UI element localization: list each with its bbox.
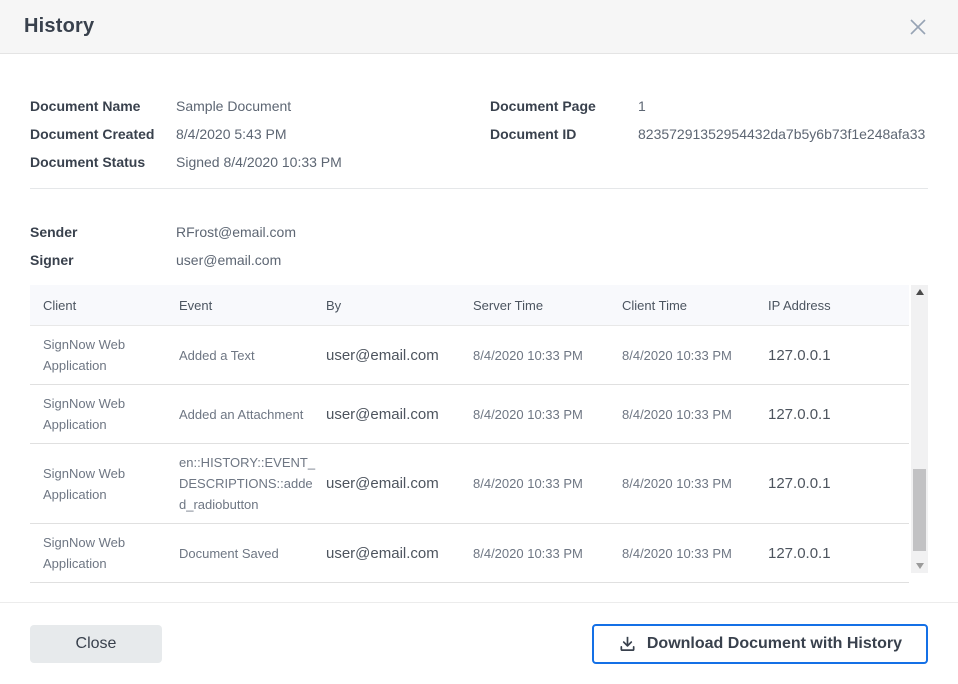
table-row: SignNow Web Application Added an Attachm… <box>30 385 909 444</box>
cell-client-time: 8/4/2020 10:33 PM <box>622 345 768 366</box>
document-id-row: Document ID 82357291352954432da7b5y6b73f… <box>490 120 928 148</box>
column-header-ip-address: IP Address <box>768 298 909 313</box>
document-name-value: Sample Document <box>176 98 291 114</box>
close-icon <box>909 18 927 36</box>
cell-client: SignNow Web Application <box>30 334 179 376</box>
cell-event: Added an Attachment <box>179 404 326 425</box>
sender-value: RFrost@email.com <box>176 224 296 240</box>
column-header-event: Event <box>179 298 326 313</box>
signer-value: user@email.com <box>176 252 281 268</box>
document-created-value: 8/4/2020 5:43 PM <box>176 126 287 142</box>
close-modal-button[interactable]: Close <box>30 625 162 663</box>
cell-client: SignNow Web Application <box>30 532 179 574</box>
cell-client: SignNow Web Application <box>30 463 179 505</box>
download-document-with-history-button[interactable]: Download Document with History <box>592 624 928 664</box>
cell-by: user@email.com <box>326 545 473 562</box>
document-status-label: Document Status <box>30 154 176 170</box>
document-info-left: Document Name Sample Document Document C… <box>30 92 490 176</box>
document-status-row: Document Status Signed 8/4/2020 10:33 PM <box>30 148 490 176</box>
scroll-up-icon <box>916 289 924 295</box>
table-scrollbar[interactable] <box>911 285 928 573</box>
cell-by: user@email.com <box>326 475 473 492</box>
cell-ip-address: 127.0.0.1 <box>768 475 909 492</box>
cell-client-time: 8/4/2020 10:33 PM <box>622 543 768 564</box>
scrollbar-track[interactable] <box>911 299 928 559</box>
history-table: Client Event By Server Time Client Time … <box>30 285 909 583</box>
cell-client-time: 8/4/2020 10:33 PM <box>622 473 768 494</box>
cell-by: user@email.com <box>326 347 473 364</box>
cell-server-time: 8/4/2020 10:33 PM <box>473 543 622 564</box>
signer-label: Signer <box>30 252 176 268</box>
document-id-value: 82357291352954432da7b5y6b73f1e248afa33 <box>638 126 925 142</box>
download-icon <box>618 634 637 653</box>
table-row: SignNow Web Application en::HISTORY::EVE… <box>30 444 909 524</box>
document-info-section: Document Name Sample Document Document C… <box>30 92 928 176</box>
table-row: SignNow Web Application Added a Text use… <box>30 325 909 385</box>
modal-footer: Close Download Document with History <box>0 602 958 684</box>
section-divider <box>30 188 928 189</box>
cell-by: user@email.com <box>326 406 473 423</box>
scroll-down-icon <box>916 563 924 569</box>
column-header-client: Client <box>30 298 179 313</box>
modal-title: History <box>24 15 94 38</box>
document-name-row: Document Name Sample Document <box>30 92 490 120</box>
cell-ip-address: 127.0.0.1 <box>768 406 909 423</box>
cell-ip-address: 127.0.0.1 <box>768 545 909 562</box>
document-id-label: Document ID <box>490 126 638 142</box>
document-name-label: Document Name <box>30 98 176 114</box>
cell-client-time: 8/4/2020 10:33 PM <box>622 404 768 425</box>
history-modal: History Document Name Sample Document Do… <box>0 0 958 684</box>
column-header-client-time: Client Time <box>622 298 768 313</box>
document-page-value: 1 <box>638 98 646 114</box>
parties-section: Sender RFrost@email.com Signer user@emai… <box>30 218 928 274</box>
cell-server-time: 8/4/2020 10:33 PM <box>473 404 622 425</box>
scrollbar-thumb[interactable] <box>913 469 926 551</box>
history-table-header: Client Event By Server Time Client Time … <box>30 285 909 325</box>
close-button[interactable] <box>904 13 932 41</box>
scrollbar-up-button[interactable] <box>911 285 928 299</box>
signer-row: Signer user@email.com <box>30 246 928 274</box>
document-info-right: Document Page 1 Document ID 823572913529… <box>490 92 928 176</box>
document-status-value: Signed 8/4/2020 10:33 PM <box>176 154 342 170</box>
document-page-row: Document Page 1 <box>490 92 928 120</box>
cell-server-time: 8/4/2020 10:33 PM <box>473 473 622 494</box>
scrollbar-down-button[interactable] <box>911 559 928 573</box>
column-header-by: By <box>326 298 473 313</box>
document-created-label: Document Created <box>30 126 176 142</box>
document-page-label: Document Page <box>490 98 638 114</box>
download-button-label: Download Document with History <box>647 635 902 653</box>
table-row: SignNow Web Application Document Saved u… <box>30 524 909 583</box>
modal-body: Document Name Sample Document Document C… <box>0 54 958 602</box>
document-created-row: Document Created 8/4/2020 5:43 PM <box>30 120 490 148</box>
cell-event: Document Saved <box>179 543 326 564</box>
modal-header: History <box>0 0 958 54</box>
cell-event: en::HISTORY::EVENT_DESCRIPTIONS::added_r… <box>179 452 326 515</box>
column-header-server-time: Server Time <box>473 298 622 313</box>
history-table-body: SignNow Web Application Added a Text use… <box>30 325 909 583</box>
cell-event: Added a Text <box>179 345 326 366</box>
cell-client: SignNow Web Application <box>30 393 179 435</box>
history-table-wrap: Client Event By Server Time Client Time … <box>30 285 928 583</box>
cell-ip-address: 127.0.0.1 <box>768 347 909 364</box>
sender-row: Sender RFrost@email.com <box>30 218 928 246</box>
cell-server-time: 8/4/2020 10:33 PM <box>473 345 622 366</box>
sender-label: Sender <box>30 224 176 240</box>
